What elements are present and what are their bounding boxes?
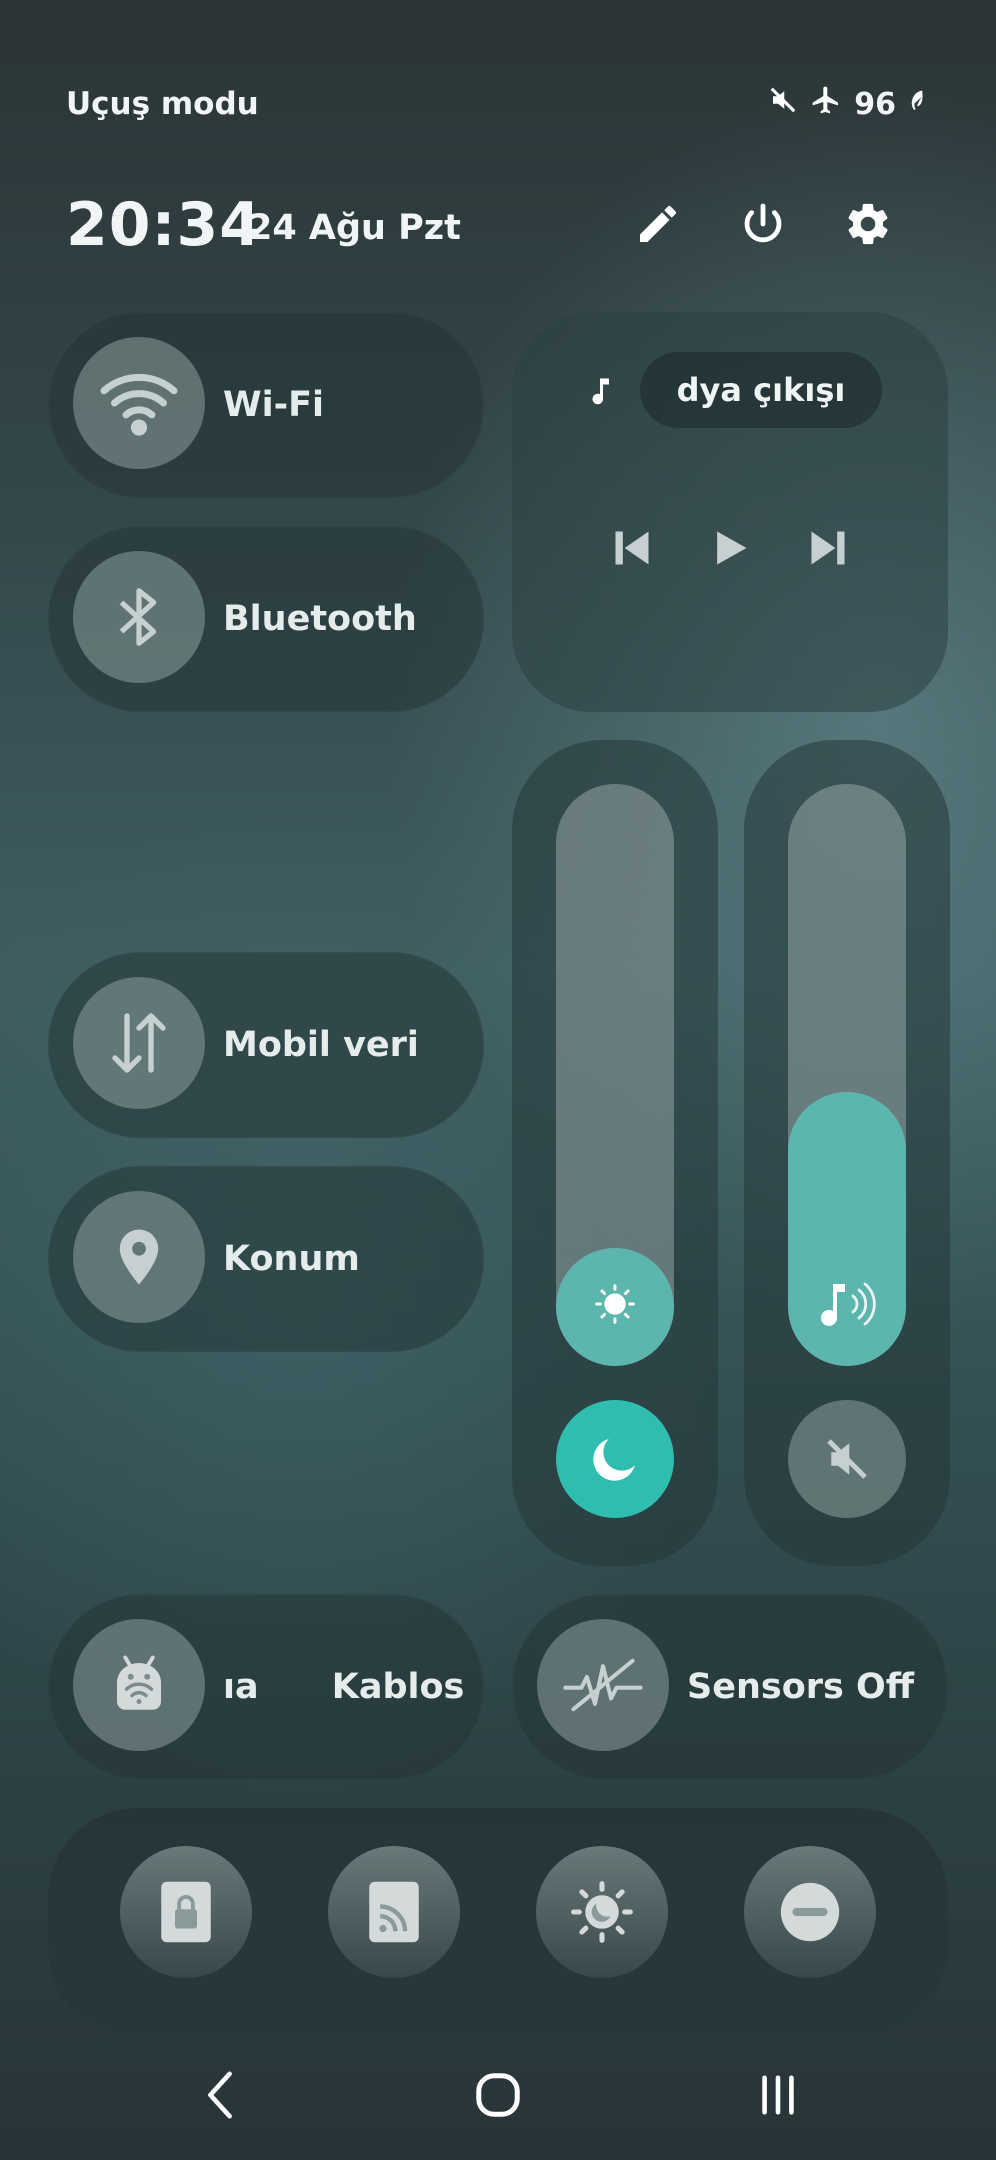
- mobile-data-label: Mobil veri: [223, 1025, 419, 1065]
- location-label: Konum: [223, 1239, 360, 1279]
- airplane-icon: [810, 84, 842, 124]
- do-not-disturb-icon[interactable]: [744, 1846, 876, 1978]
- battery-level: 96: [854, 86, 896, 122]
- mobile-data-icon: [73, 977, 205, 1109]
- edit-icon[interactable]: [626, 192, 690, 256]
- wifi-icon: [73, 337, 205, 469]
- moon-icon: [593, 1439, 635, 1481]
- sun-icon: [556, 1282, 674, 1326]
- brightness-slider[interactable]: [556, 784, 674, 1366]
- wireless-tile[interactable]: ıa Kablos: [48, 1594, 484, 1780]
- volume-panel: [744, 740, 950, 1566]
- date: 24 Ağu Pzt: [248, 208, 461, 248]
- quick-toggles-row: [48, 1808, 948, 2038]
- previous-icon[interactable]: [602, 518, 662, 578]
- sensors-off-label: Sensors Off: [687, 1667, 915, 1707]
- sensors-off-icon: [537, 1619, 669, 1751]
- brightness-panel: [512, 740, 718, 1566]
- battery-saver-icon: [908, 87, 926, 122]
- volume-slider[interactable]: [788, 784, 906, 1366]
- clock: 20:34: [66, 190, 262, 260]
- play-icon[interactable]: [700, 518, 760, 578]
- location-tile[interactable]: Konum: [48, 1166, 484, 1352]
- back-icon[interactable]: [170, 2060, 270, 2130]
- music-note-icon: [582, 372, 618, 416]
- cast-icon[interactable]: [328, 1846, 460, 1978]
- android-wifi-icon: [73, 1619, 205, 1751]
- sound-icon: [788, 1278, 906, 1330]
- media-panel: dya çıkışı: [512, 312, 948, 712]
- bluetooth-label: Bluetooth: [223, 599, 417, 639]
- location-icon: [73, 1191, 205, 1323]
- home-icon[interactable]: [448, 2060, 548, 2130]
- wireless-label: ıa Kablos: [223, 1667, 465, 1707]
- next-icon[interactable]: [798, 518, 858, 578]
- mute-icon: [768, 85, 798, 123]
- mute-toggle[interactable]: [788, 1400, 906, 1518]
- eye-comfort-icon[interactable]: [536, 1846, 668, 1978]
- dark-mode-toggle[interactable]: [556, 1400, 674, 1518]
- bluetooth-tile[interactable]: Bluetooth: [48, 526, 484, 712]
- power-icon[interactable]: [731, 192, 795, 256]
- status-icons: 96: [768, 84, 926, 124]
- muted-speaker-icon: [827, 1439, 867, 1479]
- sensors-off-tile[interactable]: Sensors Off: [512, 1594, 948, 1780]
- settings-icon[interactable]: [836, 192, 900, 256]
- recents-icon[interactable]: [728, 2060, 828, 2130]
- media-output-button[interactable]: dya çıkışı: [640, 352, 882, 428]
- wifi-tile[interactable]: Wi-Fi: [48, 312, 484, 498]
- status-airplane-mode-label: Uçuş modu: [66, 86, 259, 122]
- secure-folder-icon[interactable]: [120, 1846, 252, 1978]
- wifi-label: Wi-Fi: [223, 385, 325, 425]
- bluetooth-icon: [73, 551, 205, 683]
- mobile-data-tile[interactable]: Mobil veri: [48, 952, 484, 1138]
